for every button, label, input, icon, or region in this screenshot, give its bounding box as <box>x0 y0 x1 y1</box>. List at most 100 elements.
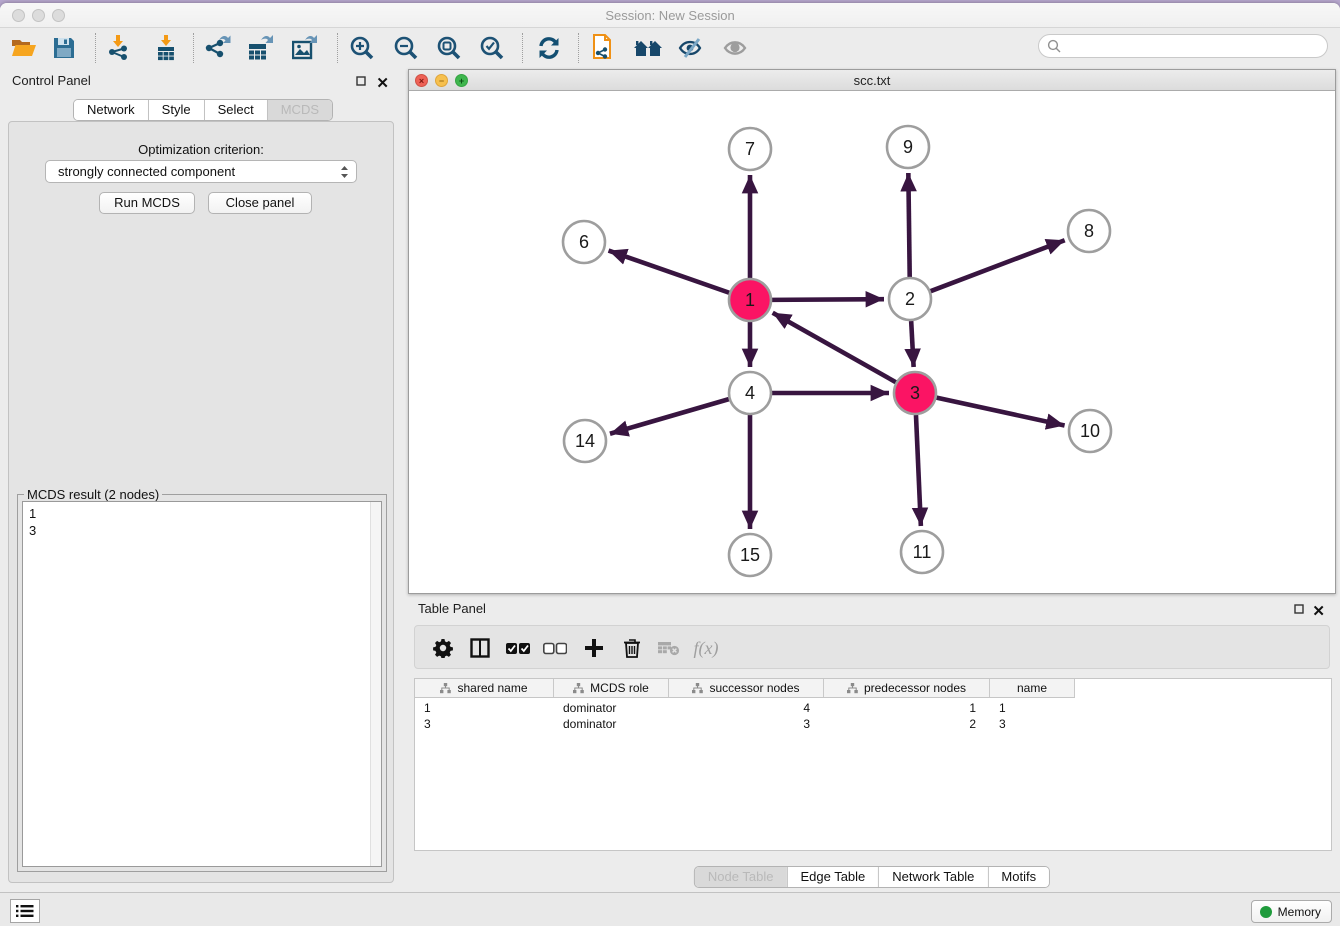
node-label: 9 <box>903 137 913 157</box>
network-window-titlebar[interactable]: × − + scc.txt <box>409 70 1335 91</box>
task-history-button[interactable] <box>10 899 40 923</box>
select-all-button[interactable] <box>503 633 533 663</box>
add-column-button[interactable] <box>579 633 609 663</box>
table-row[interactable]: 3 dominator 3 2 3 <box>415 716 1075 732</box>
export-network-button[interactable] <box>200 32 236 64</box>
edge-2-8[interactable] <box>931 240 1065 291</box>
float-panel-icon[interactable] <box>1294 604 1304 614</box>
zoom-selected-button[interactable] <box>474 32 510 64</box>
table-row[interactable]: 1 dominator 4 1 1 <box>415 700 1075 716</box>
float-panel-icon[interactable] <box>356 76 366 86</box>
memory-button[interactable]: Memory <box>1251 900 1332 923</box>
mcds-result-scrollbar[interactable] <box>370 502 381 866</box>
tab-node-table[interactable]: Node Table <box>695 867 787 887</box>
main-toolbar <box>0 29 1340 66</box>
run-mcds-button[interactable]: Run MCDS <box>99 192 195 214</box>
graph-node-10[interactable]: 10 <box>1069 410 1111 452</box>
table-cell[interactable]: 3 <box>803 717 810 731</box>
tab-mcds[interactable]: MCDS <box>267 100 332 120</box>
graph-node-2[interactable]: 2 <box>889 278 931 320</box>
edge-1-2[interactable] <box>772 299 884 300</box>
node-label: 1 <box>745 290 755 310</box>
open-session-button[interactable] <box>6 32 42 64</box>
node-label: 7 <box>745 139 755 159</box>
open-folder-icon <box>11 37 37 59</box>
graph-node-1[interactable]: 1 <box>729 279 771 321</box>
table-cell[interactable]: dominator <box>563 717 616 731</box>
zoom-in-button[interactable] <box>344 32 380 64</box>
node-label: 3 <box>910 383 920 403</box>
delete-table-button[interactable] <box>654 633 684 663</box>
refresh-button[interactable] <box>531 32 567 64</box>
node-table[interactable]: shared nameMCDS rolesuccessor nodesprede… <box>414 678 1332 851</box>
table-cell[interactable]: 1 <box>424 701 431 715</box>
tab-motifs[interactable]: Motifs <box>987 867 1049 887</box>
tab-network-table[interactable]: Network Table <box>878 867 987 887</box>
table-cell[interactable]: 4 <box>803 701 810 715</box>
graph-node-15[interactable]: 15 <box>729 534 771 576</box>
delete-column-button[interactable] <box>617 633 647 663</box>
column-header-successor-nodes[interactable]: successor nodes <box>669 679 824 697</box>
graph-node-14[interactable]: 14 <box>564 420 606 462</box>
mcds-result-textarea[interactable]: 1 3 <box>22 501 382 867</box>
unchecked-boxes-icon <box>543 642 567 655</box>
graph-node-9[interactable]: 9 <box>887 126 929 168</box>
tab-network[interactable]: Network <box>74 100 148 120</box>
column-header-name[interactable]: name <box>990 679 1075 697</box>
deselect-all-button[interactable] <box>540 633 570 663</box>
column-chooser-button[interactable] <box>465 633 495 663</box>
search-input[interactable] <box>1038 34 1328 58</box>
fx-icon: f(x) <box>694 638 719 659</box>
network-view-window: × − + scc.txt 7 9 6 8 1 2 4 3 14 10 15 11 <box>408 69 1336 594</box>
zoom-fit-button[interactable] <box>431 32 467 64</box>
export-image-button[interactable] <box>287 32 323 64</box>
network-canvas[interactable]: 7 9 6 8 1 2 4 3 14 10 15 11 <box>409 91 1335 593</box>
edge-3-11[interactable] <box>916 415 921 526</box>
control-panel: Control Panel ✕ Network Style Select MCD… <box>4 69 402 893</box>
hide-graphics-button[interactable] <box>674 32 710 64</box>
plus-icon <box>584 638 604 658</box>
graph-node-6[interactable]: 6 <box>563 221 605 263</box>
graph-node-7[interactable]: 7 <box>729 128 771 170</box>
table-cell[interactable]: 3 <box>424 717 431 731</box>
graph-node-8[interactable]: 8 <box>1068 210 1110 252</box>
column-header-shared-name[interactable]: shared name <box>415 679 554 697</box>
clone-network-button[interactable] <box>586 32 622 64</box>
close-panel-icon[interactable]: ✕ <box>1312 602 1325 620</box>
table-cell[interactable]: 3 <box>999 717 1006 731</box>
edge-4-14[interactable] <box>610 399 729 434</box>
graph-node-11[interactable]: 11 <box>901 531 943 573</box>
close-panel-icon[interactable]: ✕ <box>376 74 389 92</box>
tab-style[interactable]: Style <box>148 100 204 120</box>
close-panel-button[interactable]: Close panel <box>208 192 312 214</box>
mcds-result-line: 3 <box>29 522 375 539</box>
tab-edge-table[interactable]: Edge Table <box>786 867 878 887</box>
edge-2-3[interactable] <box>911 321 913 367</box>
graph-node-3[interactable]: 3 <box>894 372 936 414</box>
edge-3-10[interactable] <box>936 398 1064 426</box>
criterion-dropdown[interactable]: strongly connected component <box>45 160 357 183</box>
column-header-predecessor-nodes[interactable]: predecessor nodes <box>824 679 990 697</box>
table-cell[interactable]: 1 <box>969 701 976 715</box>
tree-icon <box>440 683 451 694</box>
tab-select[interactable]: Select <box>204 100 267 120</box>
edge-1-6[interactable] <box>609 251 730 293</box>
import-table-button[interactable] <box>148 32 184 64</box>
graph-node-4[interactable]: 4 <box>729 372 771 414</box>
function-builder-button[interactable]: f(x) <box>691 633 721 663</box>
save-session-button[interactable] <box>46 32 82 64</box>
window-titlebar: Session: New Session <box>0 3 1340 28</box>
import-network-button[interactable] <box>101 32 137 64</box>
table-cell[interactable]: dominator <box>563 701 616 715</box>
table-settings-button[interactable] <box>428 633 458 663</box>
edge-2-9[interactable] <box>908 173 909 277</box>
export-table-button[interactable] <box>243 32 279 64</box>
show-graphics-button[interactable] <box>718 32 754 64</box>
edge-3-1[interactable] <box>773 313 896 382</box>
column-header-MCDS-role[interactable]: MCDS role <box>554 679 669 697</box>
table-cell[interactable]: 2 <box>969 717 976 731</box>
zoom-out-button[interactable] <box>388 32 424 64</box>
table-cell[interactable]: 1 <box>999 701 1006 715</box>
home-button[interactable] <box>630 32 666 64</box>
eye-slash-icon <box>678 37 706 59</box>
